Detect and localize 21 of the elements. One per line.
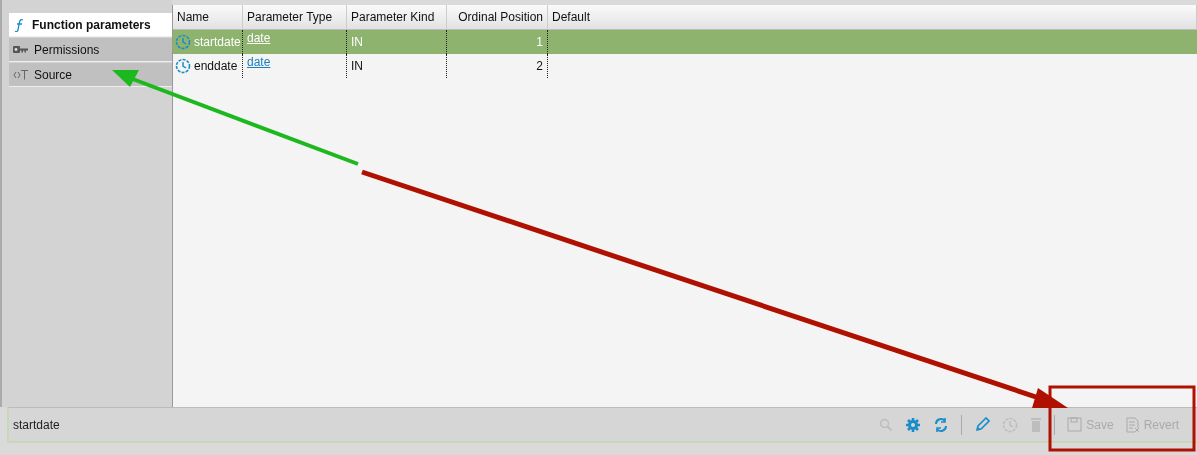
status-text: startdate xyxy=(13,417,61,432)
table-cell: IN xyxy=(347,30,447,54)
clock-icon xyxy=(175,34,191,50)
tab[interactable]: Source xyxy=(9,63,172,87)
document-x-icon xyxy=(1125,416,1140,433)
table-cell: IN xyxy=(347,54,447,78)
tab[interactable]: Function parameters xyxy=(9,13,172,37)
column-header[interactable]: Parameter Type xyxy=(243,5,347,30)
type-link[interactable]: date xyxy=(247,55,271,69)
table-cell: 1 xyxy=(447,30,548,54)
table-cell: enddate xyxy=(194,59,238,73)
table-cell: 2 xyxy=(447,54,548,78)
source-icon xyxy=(13,68,29,81)
column-header[interactable]: Default xyxy=(548,5,1197,30)
column-header[interactable]: Ordinal Position xyxy=(447,5,548,30)
table-cell: startdate xyxy=(194,35,241,49)
column-header[interactable]: Parameter Kind xyxy=(347,5,447,30)
clock-icon xyxy=(175,58,191,74)
column-header[interactable]: Name xyxy=(173,5,243,30)
tab[interactable]: Permissions xyxy=(9,38,172,62)
key-icon xyxy=(13,44,29,55)
